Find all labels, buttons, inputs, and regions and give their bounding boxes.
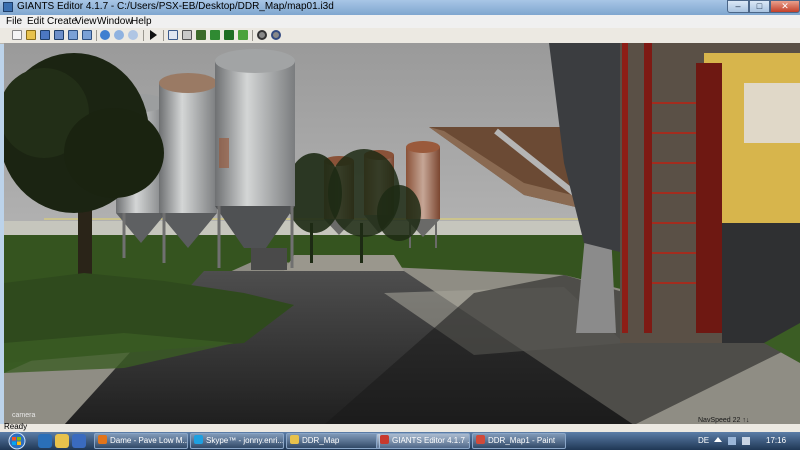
viewport-scene: camera NavSpeed 22 ↑↓ — [4, 43, 800, 425]
grass-icon[interactable] — [238, 30, 248, 40]
toolbar — [0, 28, 800, 44]
title-bar[interactable]: GIANTS Editor 4.1.7 - C:/Users/PSX-EB/De… — [0, 0, 800, 15]
save-icon[interactable] — [40, 30, 50, 40]
folder-icon — [290, 435, 299, 444]
menu-help[interactable]: Help — [131, 16, 152, 27]
task-giants-editor[interactable]: GIANTS Editor 4.1.7 ... — [376, 433, 470, 449]
skype-icon — [194, 435, 203, 444]
new-icon[interactable] — [12, 30, 22, 40]
menu-bar: File Edit Create View Window Help — [0, 15, 800, 28]
task-label: DDR_Map — [302, 436, 340, 445]
import-icon[interactable] — [68, 30, 78, 40]
toolbar-separator — [252, 30, 253, 41]
nav-speed-readout: NavSpeed 22 ↑↓ — [698, 417, 749, 424]
clock[interactable]: 17:16 — [766, 436, 786, 445]
close-button[interactable]: ✕ — [770, 0, 800, 13]
network-icon[interactable] — [728, 437, 736, 445]
menu-create[interactable]: Create — [47, 16, 77, 27]
status-bar: Ready — [0, 422, 800, 432]
firefox-icon — [98, 435, 107, 444]
yard-pad — [284, 255, 404, 271]
show-hidden-icons-icon[interactable] — [714, 437, 722, 442]
undo-icon[interactable] — [100, 30, 110, 40]
task-paint[interactable]: DDR_Map1 - Paint — [472, 433, 566, 449]
toolbar-separator — [96, 30, 97, 41]
foliage-icon[interactable] — [224, 30, 234, 40]
language-indicator[interactable]: DE — [698, 436, 709, 445]
menu-file[interactable]: File — [6, 16, 22, 27]
redo-icon[interactable] — [114, 30, 124, 40]
start-orb-icon[interactable] — [3, 432, 31, 450]
app-icon — [3, 2, 13, 12]
select-icon[interactable] — [168, 30, 178, 40]
camera-label: camera — [12, 412, 35, 419]
task-skype[interactable]: Skype™ - jonny.enri... — [190, 433, 284, 449]
paint-icon — [476, 435, 485, 444]
settings-icon[interactable] — [257, 30, 267, 40]
volume-icon[interactable] — [742, 437, 750, 445]
explorer-icon[interactable] — [55, 434, 69, 448]
menu-window[interactable]: Window — [97, 16, 133, 27]
save-as-icon[interactable] — [54, 30, 64, 40]
minimize-button[interactable]: – — [727, 0, 749, 13]
tools-icon[interactable] — [271, 30, 281, 40]
maximize-button[interactable]: □ — [749, 0, 770, 13]
task-folder[interactable]: DDR_Map — [286, 433, 380, 449]
refresh-icon[interactable] — [128, 30, 138, 40]
ie-icon[interactable] — [38, 434, 52, 448]
task-label: GIANTS Editor 4.1.7 ... — [392, 436, 470, 445]
system-tray: DE 17:16 — [692, 432, 800, 450]
toolbar-separator — [143, 30, 144, 41]
open-icon[interactable] — [26, 30, 36, 40]
play-icon[interactable] — [150, 30, 157, 40]
task-firefox[interactable]: Dame - Pave Low M... — [94, 433, 188, 449]
paint-icon[interactable] — [210, 30, 220, 40]
window-title: GIANTS Editor 4.1.7 - C:/Users/PSX-EB/De… — [17, 1, 334, 12]
3d-viewport[interactable]: camera NavSpeed 22 ↑↓ — [4, 43, 800, 425]
terrain-icon[interactable] — [196, 30, 206, 40]
status-text: Ready — [4, 422, 28, 431]
giants-editor-icon — [380, 435, 389, 444]
task-label: Dame - Pave Low M... — [110, 436, 188, 445]
taskbar: Dame - Pave Low M... Skype™ - jonny.enri… — [0, 432, 800, 450]
move-icon[interactable] — [182, 30, 192, 40]
menu-edit[interactable]: Edit — [27, 16, 44, 27]
toolbar-separator — [163, 30, 164, 41]
menu-view[interactable]: View — [75, 16, 97, 27]
task-label: DDR_Map1 - Paint — [488, 436, 556, 445]
editor-window: GIANTS Editor 4.1.7 - C:/Users/PSX-EB/De… — [0, 0, 800, 432]
task-label: Skype™ - jonny.enri... — [206, 436, 284, 445]
export-icon[interactable] — [82, 30, 92, 40]
media-player-icon[interactable] — [72, 434, 86, 448]
